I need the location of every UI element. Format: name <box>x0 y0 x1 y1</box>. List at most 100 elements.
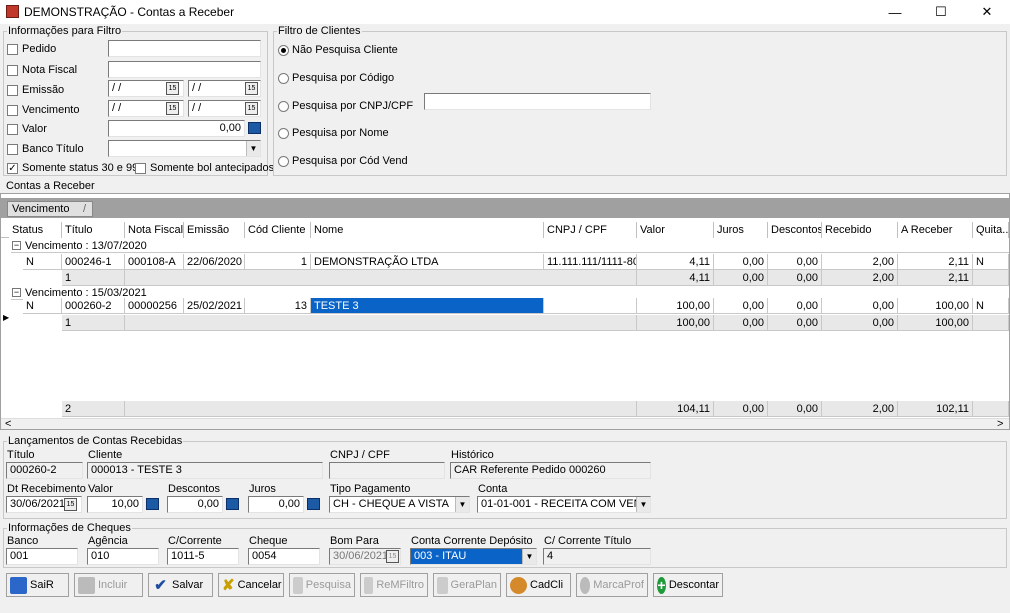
incluir-button[interactable]: Incluir <box>74 573 143 597</box>
emissao-checkbox[interactable] <box>7 85 18 96</box>
cell-descontos: 0,00 <box>768 298 822 314</box>
col-cod-cliente[interactable]: Cód Cliente <box>245 222 311 238</box>
remfiltro-button[interactable]: ReMFiltro <box>360 573 428 597</box>
collapse-icon[interactable]: − <box>12 288 21 297</box>
radio-cod-vend[interactable] <box>278 156 289 167</box>
col-quita[interactable]: Quita... <box>973 222 1009 238</box>
radio-cnpj[interactable] <box>278 101 289 112</box>
no-entry-icon <box>580 576 591 594</box>
marcaprof-button[interactable]: MarcaProf <box>576 573 648 597</box>
radio-nao-pesquisa[interactable] <box>278 45 289 56</box>
conta-deposito-select[interactable]: 003 - ITAU <box>410 548 537 565</box>
grid-legend: Contas a Receber <box>5 180 96 192</box>
cliente-field[interactable]: 000013 - TESTE 3 <box>87 462 323 479</box>
banco-titulo-select[interactable] <box>108 140 261 157</box>
banco-titulo-checkbox[interactable] <box>7 144 18 155</box>
col-status[interactable]: Status <box>9 222 62 238</box>
cnpj-field[interactable] <box>329 462 445 479</box>
agencia-input[interactable]: 010 <box>87 548 159 565</box>
title-bar: DEMONSTRAÇÃO - Contas a Receber — ☐ ✕ <box>0 0 1010 24</box>
cell-a-receber: 100,00 <box>898 298 973 314</box>
chevron-down-icon[interactable]: ▼ <box>522 549 536 564</box>
pedido-input[interactable] <box>108 40 261 57</box>
pesquisa-button[interactable]: Pesquisa <box>289 573 355 597</box>
emissao-start-calendar-icon[interactable]: 15 <box>166 82 179 95</box>
valor-checkbox[interactable] <box>7 124 18 135</box>
pedido-checkbox[interactable] <box>7 44 18 55</box>
col-valor[interactable]: Valor <box>637 222 714 238</box>
col-titulo[interactable]: Título <box>62 222 125 238</box>
banco-input[interactable]: 001 <box>6 548 78 565</box>
col-descontos[interactable]: Descontos <box>768 222 822 238</box>
cell-titulo: 000246-1 <box>62 254 125 270</box>
bom-para-calendar-icon[interactable]: 15 <box>386 550 399 563</box>
cell-quita: N <box>973 254 1009 270</box>
conta-select[interactable]: 01-01-001 - RECEITA COM VENDA <box>477 496 651 513</box>
clientes-legend: Filtro de Clientes <box>277 25 362 37</box>
tipo-pagamento-select[interactable]: CH - CHEQUE A VISTA <box>329 496 470 513</box>
chevron-down-icon[interactable]: ▼ <box>636 497 650 512</box>
cliente-search-input[interactable] <box>424 93 651 110</box>
valor-filter-input[interactable]: 0,00 <box>108 120 245 137</box>
descontar-button[interactable]: + Descontar <box>653 573 723 597</box>
cc-input[interactable]: 1011-5 <box>167 548 239 565</box>
group-label-1: Vencimento : 13/07/2020 <box>25 240 147 252</box>
cadcli-button[interactable]: CadCli <box>506 573 571 597</box>
calculator-icon[interactable] <box>248 122 261 134</box>
descontos-input[interactable]: 0,00 <box>167 496 223 513</box>
radio-codigo[interactable] <box>278 73 289 84</box>
vencimento-end-calendar-icon[interactable]: 15 <box>245 102 258 115</box>
cheque-label: Cheque <box>249 535 288 547</box>
emissao-end-calendar-icon[interactable]: 15 <box>245 82 258 95</box>
binoculars-icon <box>293 576 303 594</box>
cheques-legend: Informações de Cheques <box>7 522 132 534</box>
maximize-button[interactable]: ☐ <box>918 0 964 24</box>
cc-titulo-field[interactable]: 4 <box>543 548 651 565</box>
col-emissao[interactable]: Emissão <box>184 222 245 238</box>
summary-quita <box>973 315 1009 331</box>
cancelar-button[interactable]: ✘ Cancelar <box>218 573 284 597</box>
titulo-field[interactable]: 000260-2 <box>6 462 83 479</box>
somente-status-checkbox[interactable]: ✓ <box>7 163 18 174</box>
total-recebido: 2,00 <box>822 401 898 417</box>
scroll-left-icon[interactable]: < <box>5 418 11 429</box>
remove-filter-icon <box>364 576 374 594</box>
somente-bol-checkbox[interactable] <box>135 163 146 174</box>
total-valor: 104,11 <box>637 401 714 417</box>
col-nome[interactable]: Nome <box>311 222 544 238</box>
group-vencimento-button[interactable]: Vencimento / <box>7 201 93 217</box>
calculator-icon[interactable] <box>146 498 159 510</box>
chevron-down-icon[interactable]: ▼ <box>455 497 469 512</box>
cell-nome: DEMONSTRAÇÃO LTDA <box>311 254 544 270</box>
vencimento-start-calendar-icon[interactable]: 15 <box>166 102 179 115</box>
calculator-icon[interactable] <box>226 498 239 510</box>
valor-input[interactable]: 10,00 <box>87 496 143 513</box>
col-cnpj[interactable]: CNPJ / CPF <box>544 222 637 238</box>
col-recebido[interactable]: Recebido <box>822 222 898 238</box>
collapse-icon[interactable]: − <box>12 241 21 250</box>
historico-field[interactable]: CAR Referente Pedido 000260 <box>450 462 651 479</box>
col-juros[interactable]: Juros <box>714 222 768 238</box>
geraplan-button[interactable]: GeraPlan <box>433 573 501 597</box>
col-a-receber[interactable]: A Receber <box>898 222 973 238</box>
salvar-button[interactable]: ✔ Salvar <box>148 573 213 597</box>
dt-recebimento-calendar-icon[interactable]: 15 <box>64 498 77 511</box>
nota-fiscal-checkbox[interactable] <box>7 65 18 76</box>
chevron-down-icon[interactable]: ▼ <box>246 141 260 156</box>
radio-label-codigo: Pesquisa por Código <box>292 72 395 84</box>
nota-fiscal-input[interactable] <box>108 61 261 78</box>
calculator-icon[interactable] <box>307 498 320 510</box>
cnpj-label: CNPJ / CPF <box>330 449 390 461</box>
cheque-input[interactable]: 0054 <box>248 548 320 565</box>
scroll-right-icon[interactable]: > <box>997 418 1003 429</box>
vencimento-checkbox[interactable] <box>7 105 18 116</box>
close-button[interactable]: ✕ <box>964 0 1010 24</box>
sair-button[interactable]: SaiR <box>6 573 69 597</box>
somente-status-label: Somente status 30 e 99 <box>22 162 139 174</box>
col-nota-fiscal[interactable]: Nota Fiscal <box>125 222 184 238</box>
minimize-button[interactable]: — <box>872 0 918 24</box>
radio-nome[interactable] <box>278 128 289 139</box>
horizontal-scrollbar[interactable]: < > <box>1 418 1009 429</box>
group-row-1[interactable]: − Vencimento : 13/07/2020 <box>11 239 1009 253</box>
juros-input[interactable]: 0,00 <box>248 496 304 513</box>
